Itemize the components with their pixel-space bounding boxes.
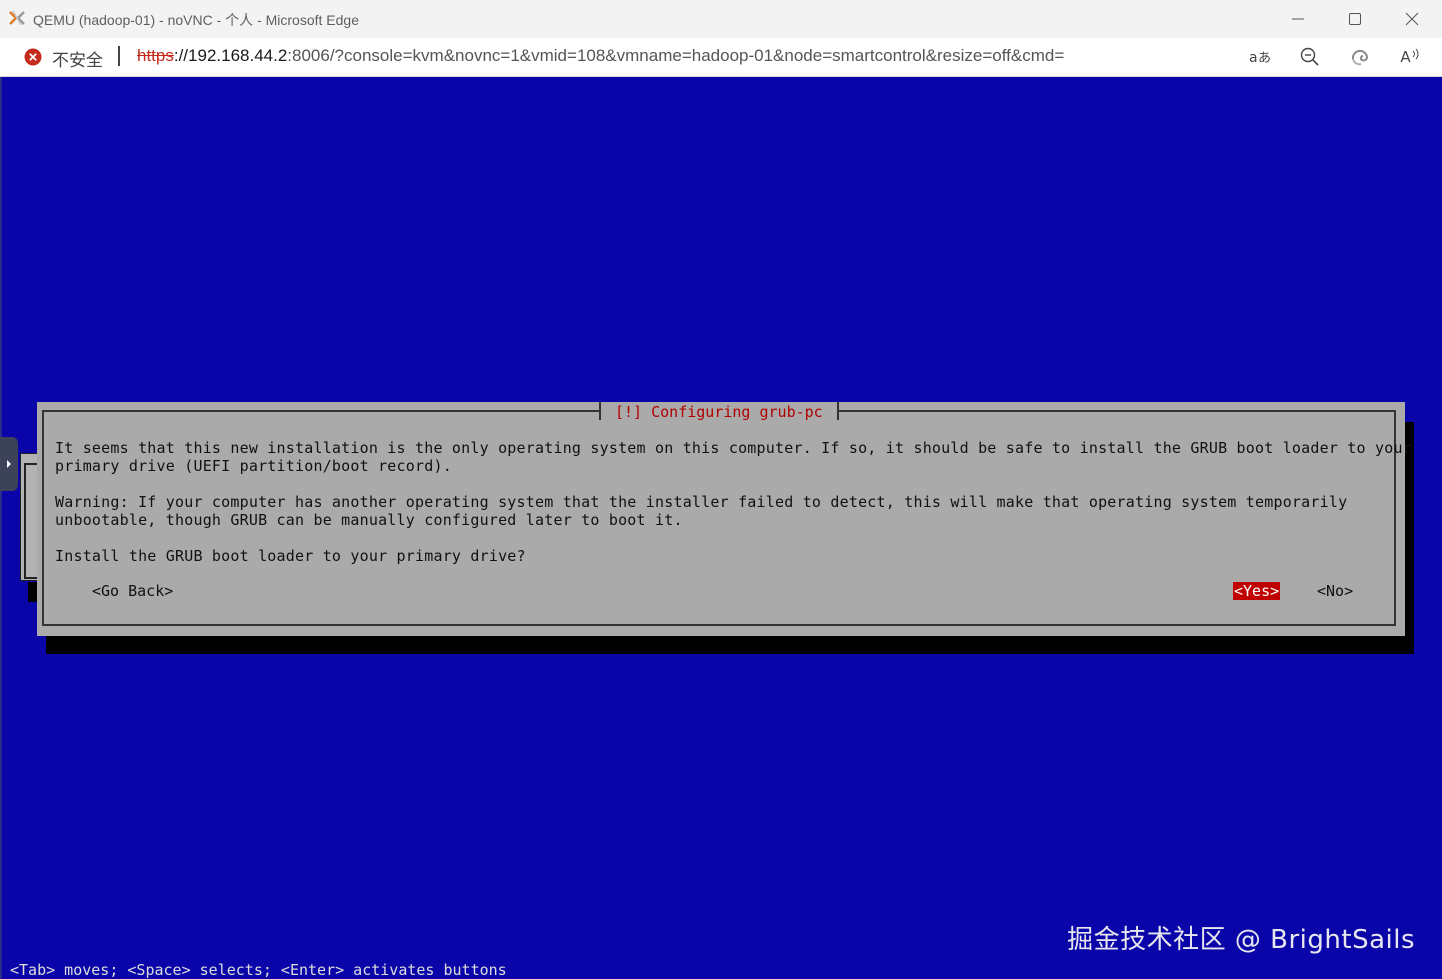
dialog-title: [!] Configuring grub-pc — [599, 402, 839, 421]
novnc-sidebar-toggle[interactable] — [0, 437, 18, 491]
url-host: ://192.168.44.2 — [173, 46, 288, 65]
qemu-app-icon — [9, 10, 25, 26]
watermark: 掘金技术社区 @ BrightSails — [1067, 925, 1415, 955]
svg-text:あ: あ — [1258, 51, 1271, 66]
translate-button[interactable]: a あ — [1249, 46, 1271, 68]
address-separator — [118, 46, 120, 66]
keyboard-help-line: <Tab> moves; <Space> selects; <Enter> ac… — [10, 961, 507, 979]
security-label[interactable]: 不安全 — [52, 46, 103, 71]
minimize-button[interactable] — [1270, 0, 1326, 38]
warning-line-2: unbootable, though GRUB can be manually … — [55, 511, 683, 529]
yes-button[interactable]: <Yes> — [1233, 582, 1281, 600]
read-aloud-icon: A — [1400, 48, 1411, 66]
info-line-1: It seems that this new installation is t… — [55, 439, 1412, 457]
svg-text:a: a — [1249, 50, 1258, 66]
go-back-button[interactable]: <Go Back> — [91, 582, 174, 600]
edge-rewards-button[interactable] — [1349, 46, 1371, 68]
maximize-button[interactable] — [1327, 0, 1383, 38]
window-title: QEMU (hadoop-01) - noVNC - 个人 - Microsof… — [33, 12, 359, 28]
translate-icon: a あ — [1249, 50, 1271, 66]
insecure-warning-icon[interactable] — [24, 48, 42, 66]
warning-line-1: Warning: If your computer has another op… — [55, 493, 1348, 511]
close-window-button[interactable] — [1384, 0, 1440, 38]
sound-waves-icon — [1412, 48, 1419, 60]
minimize-icon — [1292, 18, 1304, 20]
address-bar[interactable]: 不安全 https://192.168.44.2:8006/?console=k… — [0, 38, 1442, 77]
install-question: Install the GRUB boot loader to your pri… — [55, 547, 526, 565]
no-button[interactable]: <No> — [1316, 582, 1354, 600]
url-field[interactable]: https://192.168.44.2:8006/?console=kvm&n… — [137, 46, 1064, 66]
vnc-console-screen[interactable]: [!] Configuring grub-pc It seems that th… — [0, 77, 1442, 979]
url-scheme: https — [137, 46, 174, 65]
maximize-icon — [1349, 13, 1361, 25]
info-line-2: primary drive (UEFI partition/boot recor… — [55, 457, 452, 475]
read-aloud-button[interactable]: A — [1399, 46, 1421, 68]
console-left-border — [0, 77, 2, 979]
zoom-out-button[interactable] — [1299, 46, 1321, 68]
close-icon — [1405, 12, 1419, 26]
zoom-out-icon — [1300, 47, 1319, 66]
grub-install-dialog: [!] Configuring grub-pc It seems that th… — [37, 402, 1412, 636]
url-path: :8006/?console=kvm&novnc=1&vmid=108&vmna… — [287, 46, 1065, 65]
window-titlebar: QEMU (hadoop-01) - noVNC - 个人 - Microsof… — [0, 0, 1442, 39]
edge-swirl-icon — [1351, 49, 1369, 66]
